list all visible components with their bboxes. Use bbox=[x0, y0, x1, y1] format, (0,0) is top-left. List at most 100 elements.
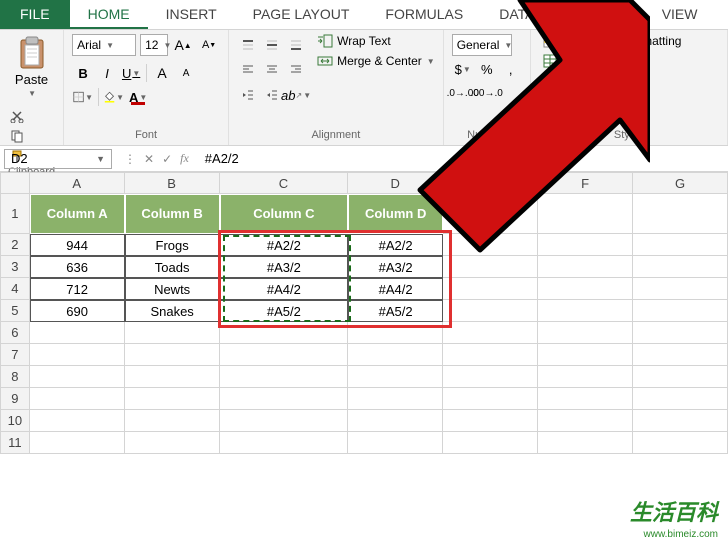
col-header-g[interactable]: G bbox=[633, 172, 728, 194]
font-shrink-button[interactable]: A bbox=[175, 62, 197, 84]
col-header-f[interactable]: F bbox=[538, 172, 633, 194]
align-center-button[interactable] bbox=[261, 58, 283, 80]
col-header-c[interactable]: C bbox=[220, 172, 349, 194]
merge-center-button[interactable]: Merge & Center▼ bbox=[317, 54, 435, 68]
row-header[interactable]: 3 bbox=[0, 256, 30, 278]
cell[interactable] bbox=[633, 432, 728, 454]
number-format-select[interactable]: General▼ bbox=[452, 34, 512, 56]
cell[interactable]: #A2/2 bbox=[348, 234, 443, 256]
formula-input[interactable]: #A2/2 bbox=[197, 146, 728, 171]
border-button[interactable]: ▼ bbox=[72, 86, 94, 108]
cell[interactable] bbox=[348, 388, 443, 410]
cell[interactable] bbox=[633, 300, 728, 322]
review-tab[interactable]: REVIEW bbox=[552, 0, 643, 29]
cell[interactable]: 944 bbox=[30, 234, 125, 256]
increase-font-button[interactable]: A▲ bbox=[172, 34, 194, 56]
home-tab[interactable]: HOME bbox=[70, 0, 148, 29]
cell[interactable] bbox=[30, 410, 125, 432]
cell-styles-button[interactable]: Cell Styles bbox=[543, 74, 719, 88]
table-header-cell[interactable]: Column A bbox=[30, 194, 125, 234]
bold-button[interactable]: B bbox=[72, 62, 94, 84]
font-size-select[interactable]: 12▼ bbox=[140, 34, 168, 56]
currency-button[interactable]: $▼ bbox=[452, 58, 474, 80]
row-header[interactable]: 4 bbox=[0, 278, 30, 300]
comma-button[interactable]: , bbox=[500, 58, 522, 80]
row-header[interactable]: 8 bbox=[0, 366, 30, 388]
col-header-d[interactable]: D bbox=[348, 172, 443, 194]
cell[interactable] bbox=[220, 322, 349, 344]
cell[interactable] bbox=[538, 278, 633, 300]
cell[interactable] bbox=[443, 344, 538, 366]
fx-button[interactable]: fx bbox=[180, 151, 189, 166]
cell[interactable] bbox=[30, 344, 125, 366]
row-header[interactable]: 5 bbox=[0, 300, 30, 322]
cell[interactable]: #A4/2 bbox=[348, 278, 443, 300]
cell[interactable]: #A5/2 bbox=[348, 300, 443, 322]
font-color-button[interactable]: A▼ bbox=[127, 86, 149, 108]
cell[interactable] bbox=[538, 322, 633, 344]
italic-button[interactable]: I bbox=[96, 62, 118, 84]
cell[interactable] bbox=[443, 366, 538, 388]
cell[interactable] bbox=[443, 194, 538, 234]
row-header[interactable]: 11 bbox=[0, 432, 30, 454]
format-as-table-button[interactable]: Format as Table bbox=[543, 54, 719, 68]
cell[interactable] bbox=[443, 234, 538, 256]
decrease-font-button[interactable]: A▼ bbox=[198, 34, 220, 56]
conditional-formatting-button[interactable]: Conditional Formatting bbox=[543, 34, 719, 48]
cell[interactable] bbox=[348, 322, 443, 344]
cell[interactable] bbox=[30, 388, 125, 410]
formula-menu-icon[interactable]: ⋮ bbox=[124, 152, 136, 166]
cell[interactable] bbox=[125, 388, 220, 410]
cell[interactable] bbox=[538, 194, 633, 234]
cell[interactable] bbox=[220, 432, 349, 454]
cell[interactable] bbox=[443, 256, 538, 278]
cell[interactable] bbox=[538, 432, 633, 454]
cell[interactable] bbox=[538, 344, 633, 366]
cell[interactable] bbox=[633, 256, 728, 278]
decrease-indent-button[interactable] bbox=[237, 84, 259, 106]
cell[interactable]: 712 bbox=[30, 278, 125, 300]
cell[interactable]: Newts bbox=[125, 278, 220, 300]
font-grow-button[interactable]: A bbox=[151, 62, 173, 84]
align-middle-button[interactable] bbox=[261, 34, 283, 56]
cell[interactable]: 690 bbox=[30, 300, 125, 322]
cell[interactable] bbox=[633, 234, 728, 256]
file-tab[interactable]: FILE bbox=[0, 0, 70, 29]
cell[interactable] bbox=[633, 322, 728, 344]
cell[interactable] bbox=[443, 322, 538, 344]
row-header[interactable]: 1 bbox=[0, 194, 30, 234]
col-header-b[interactable]: B bbox=[125, 172, 220, 194]
cell[interactable] bbox=[30, 322, 125, 344]
align-bottom-button[interactable] bbox=[285, 34, 307, 56]
increase-indent-button[interactable] bbox=[261, 84, 283, 106]
cell[interactable]: 636 bbox=[30, 256, 125, 278]
enter-formula-button[interactable]: ✓ bbox=[162, 152, 172, 166]
paste-button[interactable]: Paste ▼ bbox=[8, 34, 55, 100]
cell[interactable] bbox=[538, 410, 633, 432]
cell[interactable] bbox=[633, 194, 728, 234]
wrap-text-button[interactable]: Wrap Text bbox=[317, 34, 435, 48]
cell[interactable] bbox=[633, 366, 728, 388]
cell[interactable] bbox=[633, 410, 728, 432]
page-layout-tab[interactable]: PAGE LAYOUT bbox=[235, 0, 368, 29]
cell[interactable]: Frogs bbox=[125, 234, 220, 256]
name-box-dropdown-icon[interactable]: ▼ bbox=[96, 154, 105, 164]
table-header-cell[interactable]: Column C bbox=[220, 194, 349, 234]
formulas-tab[interactable]: FORMULAS bbox=[367, 0, 481, 29]
cell[interactable] bbox=[348, 344, 443, 366]
cell[interactable] bbox=[220, 366, 349, 388]
copy-button[interactable] bbox=[8, 128, 26, 144]
select-all-corner[interactable] bbox=[0, 172, 30, 194]
align-right-button[interactable] bbox=[285, 58, 307, 80]
cell[interactable] bbox=[125, 432, 220, 454]
cell[interactable] bbox=[30, 432, 125, 454]
table-header-cell[interactable]: Column D bbox=[348, 194, 443, 234]
fill-color-button[interactable]: ▼ bbox=[103, 86, 125, 108]
table-header-cell[interactable]: Column B bbox=[125, 194, 220, 234]
cell[interactable]: Toads bbox=[125, 256, 220, 278]
cell[interactable] bbox=[633, 278, 728, 300]
col-header-e[interactable]: E bbox=[443, 172, 538, 194]
cell[interactable] bbox=[348, 366, 443, 388]
cell[interactable] bbox=[538, 366, 633, 388]
cell[interactable] bbox=[443, 410, 538, 432]
